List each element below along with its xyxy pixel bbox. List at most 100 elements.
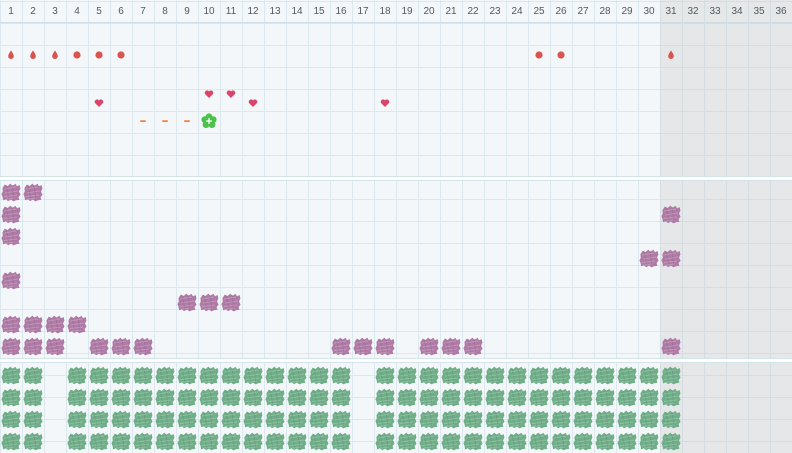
- activity-patch[interactable]: [110, 430, 132, 452]
- mood-patch[interactable]: [440, 335, 462, 357]
- activity-patch[interactable]: [374, 386, 396, 408]
- ovulation-flower-icon[interactable]: [198, 110, 220, 132]
- mood-patch[interactable]: [462, 335, 484, 357]
- activity-patch[interactable]: [198, 386, 220, 408]
- mood-patch[interactable]: [0, 313, 22, 335]
- activity-patch[interactable]: [528, 364, 550, 386]
- activity-patch[interactable]: [242, 430, 264, 452]
- mood-patch[interactable]: [418, 335, 440, 357]
- activity-patch[interactable]: [66, 386, 88, 408]
- activity-patch[interactable]: [440, 408, 462, 430]
- mood-patch[interactable]: [220, 291, 242, 313]
- activity-patch[interactable]: [396, 408, 418, 430]
- activity-patch[interactable]: [66, 364, 88, 386]
- activity-patch[interactable]: [594, 364, 616, 386]
- activity-patch[interactable]: [0, 364, 22, 386]
- activity-patch[interactable]: [572, 430, 594, 452]
- mood-patch[interactable]: [22, 335, 44, 357]
- activity-patch[interactable]: [572, 408, 594, 430]
- activity-patch[interactable]: [638, 364, 660, 386]
- mood-patch[interactable]: [0, 225, 22, 247]
- activity-patch[interactable]: [462, 364, 484, 386]
- mood-patch[interactable]: [0, 203, 22, 225]
- activity-patch[interactable]: [176, 430, 198, 452]
- activity-patch[interactable]: [506, 386, 528, 408]
- activity-patch[interactable]: [110, 408, 132, 430]
- activity-patch[interactable]: [264, 408, 286, 430]
- activity-patch[interactable]: [396, 430, 418, 452]
- activity-patch[interactable]: [484, 386, 506, 408]
- activity-patch[interactable]: [264, 386, 286, 408]
- activity-patch[interactable]: [550, 430, 572, 452]
- activity-patch[interactable]: [660, 386, 682, 408]
- dash-icon[interactable]: [176, 110, 198, 132]
- activity-patch[interactable]: [374, 430, 396, 452]
- dot-icon[interactable]: [66, 44, 88, 66]
- mood-patch[interactable]: [374, 335, 396, 357]
- mood-patch[interactable]: [198, 291, 220, 313]
- activity-patch[interactable]: [506, 430, 528, 452]
- activity-patch[interactable]: [440, 386, 462, 408]
- activity-patch[interactable]: [88, 386, 110, 408]
- activity-patch[interactable]: [616, 386, 638, 408]
- activity-patch[interactable]: [198, 408, 220, 430]
- dash-icon[interactable]: [132, 110, 154, 132]
- mood-patch[interactable]: [22, 313, 44, 335]
- mood-patch[interactable]: [638, 247, 660, 269]
- activity-patch[interactable]: [638, 430, 660, 452]
- mood-patch[interactable]: [660, 203, 682, 225]
- droplet-icon[interactable]: [22, 44, 44, 66]
- activity-patch[interactable]: [594, 430, 616, 452]
- dot-icon[interactable]: [110, 44, 132, 66]
- activity-patch[interactable]: [660, 430, 682, 452]
- activity-patch[interactable]: [462, 408, 484, 430]
- activity-patch[interactable]: [132, 364, 154, 386]
- mood-patch[interactable]: [0, 181, 22, 203]
- mood-patch[interactable]: [44, 335, 66, 357]
- activity-patch[interactable]: [374, 364, 396, 386]
- activity-patch[interactable]: [616, 430, 638, 452]
- activity-patch[interactable]: [484, 408, 506, 430]
- mood-patch[interactable]: [44, 313, 66, 335]
- activity-patch[interactable]: [286, 430, 308, 452]
- activity-patch[interactable]: [0, 430, 22, 452]
- activity-patch[interactable]: [528, 408, 550, 430]
- activity-patch[interactable]: [66, 408, 88, 430]
- activity-patch[interactable]: [176, 364, 198, 386]
- activity-patch[interactable]: [22, 430, 44, 452]
- mood-patch[interactable]: [660, 335, 682, 357]
- activity-patch[interactable]: [220, 430, 242, 452]
- activity-patch[interactable]: [506, 364, 528, 386]
- activity-patch[interactable]: [22, 386, 44, 408]
- activity-patch[interactable]: [484, 364, 506, 386]
- activity-patch[interactable]: [638, 408, 660, 430]
- activity-patch[interactable]: [396, 364, 418, 386]
- mood-patch[interactable]: [88, 335, 110, 357]
- activity-patch[interactable]: [572, 364, 594, 386]
- activity-patch[interactable]: [220, 364, 242, 386]
- activity-patch[interactable]: [330, 386, 352, 408]
- activity-patch[interactable]: [242, 408, 264, 430]
- activity-patch[interactable]: [484, 430, 506, 452]
- mood-patch[interactable]: [22, 181, 44, 203]
- mood-patch[interactable]: [132, 335, 154, 357]
- activity-patch[interactable]: [220, 408, 242, 430]
- activity-patch[interactable]: [132, 408, 154, 430]
- activity-patch[interactable]: [176, 386, 198, 408]
- activity-patch[interactable]: [22, 408, 44, 430]
- heart-icon[interactable]: [198, 83, 220, 105]
- activity-patch[interactable]: [418, 408, 440, 430]
- activity-patch[interactable]: [550, 408, 572, 430]
- activity-patch[interactable]: [198, 364, 220, 386]
- activity-patch[interactable]: [242, 386, 264, 408]
- activity-patch[interactable]: [462, 430, 484, 452]
- activity-patch[interactable]: [308, 430, 330, 452]
- activity-patch[interactable]: [418, 386, 440, 408]
- activity-patch[interactable]: [440, 430, 462, 452]
- activity-patch[interactable]: [0, 408, 22, 430]
- activity-patch[interactable]: [132, 430, 154, 452]
- activity-patch[interactable]: [154, 408, 176, 430]
- activity-patch[interactable]: [550, 364, 572, 386]
- mood-patch[interactable]: [330, 335, 352, 357]
- activity-patch[interactable]: [308, 408, 330, 430]
